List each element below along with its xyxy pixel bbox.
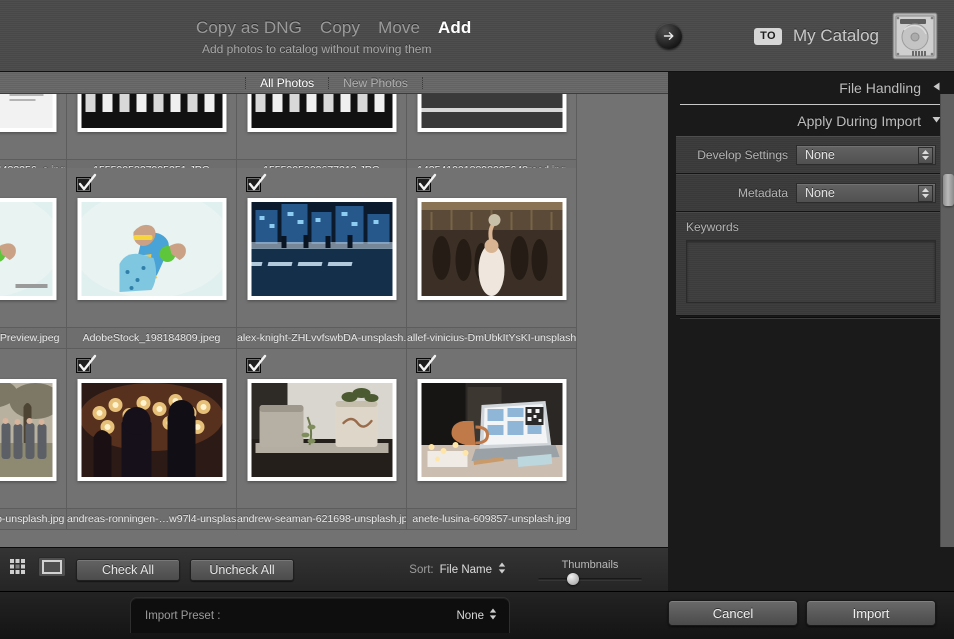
metadata-row: Metadata None [676, 174, 946, 212]
photo-filename: andrew-seaman-621698-unsplash.jpg [237, 508, 406, 529]
stepper-updown-icon[interactable] [918, 184, 933, 202]
photo-cell[interactable]: AdobeStock_198184809.jpeg [67, 168, 237, 349]
photo-cell[interactable]: eStock_198184809_Preview.jpeg [0, 168, 67, 349]
scrollbar-thumb[interactable] [943, 174, 954, 206]
photo-filename: andreas-ronningen-…w97l4-unsplash.jpg [67, 508, 236, 529]
photo-cell[interactable]: andrew-seaman-621698-unsplash.jpg [237, 349, 407, 530]
photo-thumbnail[interactable] [247, 198, 396, 300]
photo-thumbnail[interactable] [247, 379, 396, 481]
keywords-label: Keywords [686, 220, 739, 234]
photo-cell[interactable]: alex-knight-ZHLvvfswbDA-unsplash.jpg [237, 168, 407, 349]
photo-image [81, 383, 222, 477]
keywords-input[interactable] [686, 240, 936, 303]
mode-add[interactable]: Add [438, 18, 471, 38]
check-all-button[interactable]: Check All [76, 558, 180, 581]
import-mode-selector: Copy as DNG Copy Move Add [196, 18, 471, 38]
photo-image [81, 202, 222, 296]
photo-checkbox[interactable] [416, 173, 437, 192]
photo-image [421, 383, 562, 477]
import-right-panel: File Handling Apply During Import Develo… [668, 72, 954, 547]
photo-image [251, 383, 392, 477]
thumbnails-label: Thumbnails [561, 558, 619, 571]
photo-cell[interactable]: allef-vinicius-DmUbkItYsKI-unsplash.jpg [407, 168, 577, 349]
import-preset-control[interactable]: Import Preset : None [130, 597, 510, 633]
thumbnail-size-control: Thumbnails [530, 558, 650, 585]
arrow-right-icon [662, 29, 676, 43]
mode-copy[interactable]: Copy [320, 18, 360, 38]
stepper-updown-icon[interactable] [498, 561, 506, 579]
source-to-destination-arrow-button[interactable] [656, 23, 682, 49]
tab-new-photos[interactable]: New Photos [329, 76, 422, 90]
photo-source-tabs: All Photos New Photos [0, 72, 668, 94]
photo-thumbnail[interactable] [0, 379, 56, 481]
develop-settings-label: Develop Settings [697, 148, 788, 162]
metadata-label: Metadata [737, 186, 788, 200]
photo-cell[interactable]: anete-lusina-609857-unsplash.jpg [407, 349, 577, 530]
photo-grid[interactable]: 5624_623136…33454432256_o.jpg15559058279… [0, 72, 668, 547]
photo-thumbnail[interactable] [77, 379, 226, 481]
stepper-updown-icon [489, 608, 497, 623]
photo-image [0, 383, 52, 477]
photo-thumbnail[interactable] [77, 198, 226, 300]
to-badge: TO [754, 27, 783, 45]
photo-thumbnail[interactable] [417, 198, 566, 300]
stepper-updown-icon[interactable] [918, 146, 933, 164]
import-preset-dropdown[interactable]: None [457, 608, 498, 623]
grid-vertical-scrollbar[interactable] [940, 94, 954, 547]
develop-settings-dropdown[interactable]: None [796, 145, 936, 165]
keywords-section: Keywords [676, 212, 946, 316]
photo-filename: alex-knight-ZHLvvfswbDA-unsplash.jpg [237, 327, 406, 348]
photo-checkbox[interactable] [76, 354, 97, 373]
mode-move[interactable]: Move [378, 18, 420, 38]
tab-all-photos[interactable]: All Photos [246, 76, 328, 90]
file-handling-header[interactable]: File Handling [676, 72, 946, 103]
photo-cell[interactable]: e-benevides-2…H9Eo-unsplash.jpg [0, 349, 67, 530]
import-preset-value: None [456, 609, 485, 622]
lightroom-import-dialog: Copy as DNG Copy Move Add Add photos to … [0, 0, 954, 639]
file-handling-title: File Handling [839, 79, 921, 96]
panel-divider [680, 317, 942, 318]
metadata-value: None [805, 186, 835, 200]
photo-thumbnail[interactable] [417, 379, 566, 481]
import-preset-label: Import Preset : [145, 609, 221, 622]
photo-thumbnail[interactable] [0, 198, 56, 300]
photo-filename: allef-vinicius-DmUbkItYsKI-unsplash.jpg [407, 327, 576, 348]
develop-settings-value: None [805, 148, 835, 162]
photo-checkbox[interactable] [76, 173, 97, 192]
sort-control: Sort: File Name [409, 561, 506, 579]
catalog-name[interactable]: My Catalog [793, 26, 879, 46]
photo-checkbox[interactable] [246, 354, 267, 373]
thumbnails-slider[interactable] [538, 572, 642, 585]
uncheck-all-button[interactable]: Uncheck All [190, 558, 294, 581]
sort-label: Sort: [409, 563, 434, 576]
mode-copy-as-dng[interactable]: Copy as DNG [196, 18, 302, 38]
develop-settings-row: Develop Settings None [676, 136, 946, 174]
photo-checkbox[interactable] [246, 173, 267, 192]
import-mode-description: Add photos to catalog without moving the… [202, 42, 432, 56]
sort-value[interactable]: File Name [440, 564, 492, 576]
cancel-button[interactable]: Cancel [668, 600, 798, 626]
photo-cell[interactable]: andreas-ronningen-…w97l4-unsplash.jpg [67, 349, 237, 530]
photo-image [421, 202, 562, 296]
photo-filename: eStock_198184809_Preview.jpeg [0, 327, 66, 348]
hard-drive-icon [890, 10, 940, 62]
import-button[interactable]: Import [806, 600, 936, 626]
apply-during-import-title: Apply During Import [797, 112, 921, 129]
metadata-dropdown[interactable]: None [796, 183, 936, 203]
apply-during-import-header[interactable]: Apply During Import [676, 105, 946, 136]
grid-view-icon[interactable] [10, 559, 28, 580]
import-topbar: Copy as DNG Copy Move Add Add photos to … [0, 0, 954, 72]
photo-filename: e-benevides-2…H9Eo-unsplash.jpg [0, 508, 66, 529]
photo-image [0, 202, 52, 296]
tab-separator [421, 76, 423, 89]
photo-image [251, 202, 392, 296]
grid-toolbar: Check All Uncheck All Sort: File Name Th… [0, 547, 668, 591]
photo-filename: anete-lusina-609857-unsplash.jpg [407, 508, 576, 529]
photo-filename: AdobeStock_198184809.jpeg [67, 327, 236, 348]
photo-checkbox[interactable] [416, 354, 437, 373]
thumbnails-slider-knob[interactable] [567, 572, 579, 585]
loupe-view-icon[interactable] [38, 557, 66, 582]
destination-catalog: TO My Catalog [754, 10, 940, 62]
